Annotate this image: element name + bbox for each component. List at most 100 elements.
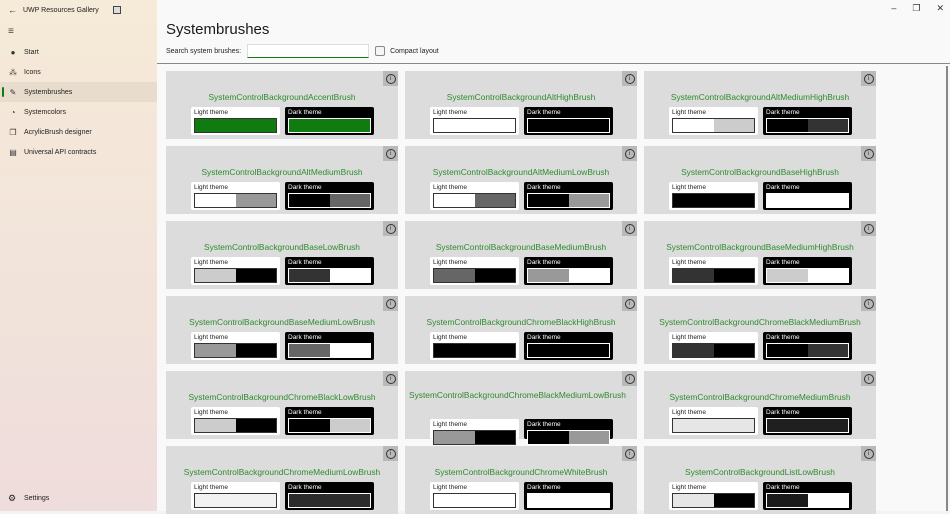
brush-card: i SystemControlBackgroundBaseLowBrush Li… (166, 221, 398, 289)
brush-card: i SystemControlBackgroundBaseHighBrush L… (644, 146, 876, 214)
dark-swatch-bar (766, 268, 849, 283)
info-button[interactable]: i (861, 221, 876, 236)
scrollbar[interactable] (946, 66, 948, 511)
info-button[interactable]: i (383, 71, 398, 86)
dark-theme-label: Dark theme (288, 484, 322, 491)
compact-overlay-icon[interactable] (112, 6, 121, 14)
info-button[interactable]: i (861, 71, 876, 86)
info-icon: i (863, 223, 874, 234)
info-button[interactable]: i (622, 446, 637, 461)
info-button[interactable]: i (383, 371, 398, 386)
main-content: – ❐ ✕ Systembrushes Search system brushe… (157, 0, 950, 514)
sidebar-item-label: Universal API contracts (24, 148, 97, 156)
app-title: UWP Resources Gallery (23, 6, 99, 14)
compact-layout-checkbox[interactable] (375, 46, 386, 56)
sidebar-item-acrylicbrush-designer[interactable]: ❐ AcrylicBrush designer (0, 122, 157, 142)
swatch-left (673, 119, 714, 132)
sidebar-item-label: Systemcolors (24, 108, 67, 116)
sidebar-item-label: AcrylicBrush designer (24, 128, 92, 136)
swatch-left (767, 494, 808, 507)
brush-card: i SystemControlBackgroundChromeMediumLow… (166, 446, 398, 514)
info-button[interactable]: i (383, 446, 398, 461)
swatch-right (713, 119, 754, 132)
swatch-left (195, 494, 236, 507)
info-button[interactable]: i (622, 296, 637, 311)
swatch-right (474, 494, 515, 507)
dark-swatch-bar (766, 193, 849, 208)
light-theme-label: Light theme (194, 409, 228, 416)
sidebar-item-icons[interactable]: ⁂ Icons (0, 62, 157, 82)
swatch-right (235, 344, 276, 357)
minimize-icon[interactable]: – (891, 3, 896, 14)
info-button[interactable]: i (861, 146, 876, 161)
sidebar-item-systembrushes[interactable]: ✎ Systembrushes (0, 82, 157, 102)
swatch-right (329, 419, 370, 432)
swatch-left (528, 494, 569, 507)
light-swatch-bar (194, 118, 277, 133)
light-theme-swatch: Light theme (669, 107, 758, 135)
sidebar-item-systemcolors[interactable]: ◔ Systemcolors (0, 102, 157, 122)
info-button[interactable]: i (383, 296, 398, 311)
dark-theme-swatch: Dark theme (524, 332, 613, 360)
info-button[interactable]: i (383, 146, 398, 161)
back-arrow-icon[interactable]: ← (8, 5, 17, 15)
window-controls: – ❐ ✕ (891, 3, 944, 14)
light-theme-label: Light theme (194, 184, 228, 191)
brush-name: SystemControlBackgroundAltHighBrush (446, 92, 596, 102)
light-theme-swatch: Light theme (430, 182, 519, 210)
light-swatch-bar (672, 118, 755, 133)
sidebar-item-universal-api-contracts[interactable]: ▤ Universal API contracts (0, 142, 157, 162)
light-theme-swatch: Light theme (669, 257, 758, 285)
swatch-left (434, 119, 475, 132)
dark-theme-swatch: Dark theme (524, 107, 613, 135)
hamburger-menu-icon[interactable]: ≡ (8, 26, 14, 37)
brush-name: SystemControlBackgroundBaseLowBrush (204, 242, 360, 252)
info-button[interactable]: i (861, 371, 876, 386)
dark-theme-swatch: Dark theme (285, 332, 374, 360)
dark-swatch-bar (527, 118, 610, 133)
compact-layout-label[interactable]: Compact layout (390, 48, 439, 55)
restore-icon[interactable]: ❐ (912, 3, 920, 14)
swatch-right (568, 494, 609, 507)
dark-theme-swatch: Dark theme (763, 482, 852, 510)
sidebar-item-settings[interactable]: ⚙ Settings (8, 493, 49, 504)
info-button[interactable]: i (861, 296, 876, 311)
light-theme-swatch: Light theme (669, 182, 758, 210)
light-theme-swatch: Light theme (669, 482, 758, 510)
info-button[interactable]: i (622, 221, 637, 236)
info-button[interactable]: i (861, 446, 876, 461)
info-button[interactable]: i (622, 146, 637, 161)
dark-swatch-bar (527, 268, 610, 283)
light-theme-swatch: Light theme (669, 407, 758, 435)
dark-swatch-bar (527, 343, 610, 358)
info-icon: i (624, 373, 635, 384)
swatch-left (434, 344, 475, 357)
swatch-left (767, 344, 808, 357)
brush-card: i SystemControlBackgroundChromeBlackHigh… (405, 296, 637, 364)
info-button[interactable]: i (383, 221, 398, 236)
light-theme-label: Light theme (433, 259, 467, 266)
swatch-left (767, 419, 808, 432)
sidebar-item-start[interactable]: ● Start (0, 42, 157, 62)
swatch-left (289, 269, 330, 282)
info-button[interactable]: i (622, 371, 637, 386)
info-button[interactable]: i (622, 71, 637, 86)
dark-theme-label: Dark theme (766, 184, 800, 191)
info-icon: i (863, 298, 874, 309)
dark-theme-label: Dark theme (766, 334, 800, 341)
swatch-left (195, 269, 236, 282)
light-swatch-bar (194, 343, 277, 358)
dark-theme-label: Dark theme (527, 109, 561, 116)
swatch-right (568, 269, 609, 282)
dark-swatch-bar (527, 193, 610, 208)
search-input[interactable] (247, 44, 370, 58)
page-title: Systembrushes (166, 21, 270, 38)
swatch-left (434, 269, 475, 282)
dark-swatch-bar (288, 493, 371, 508)
swatch-left (673, 194, 714, 207)
swatch-left (673, 419, 714, 432)
swatch-right (329, 119, 370, 132)
light-swatch-bar (672, 343, 755, 358)
close-icon[interactable]: ✕ (936, 3, 944, 14)
brush-name: SystemControlBackgroundBaseMediumBrush (435, 242, 607, 252)
